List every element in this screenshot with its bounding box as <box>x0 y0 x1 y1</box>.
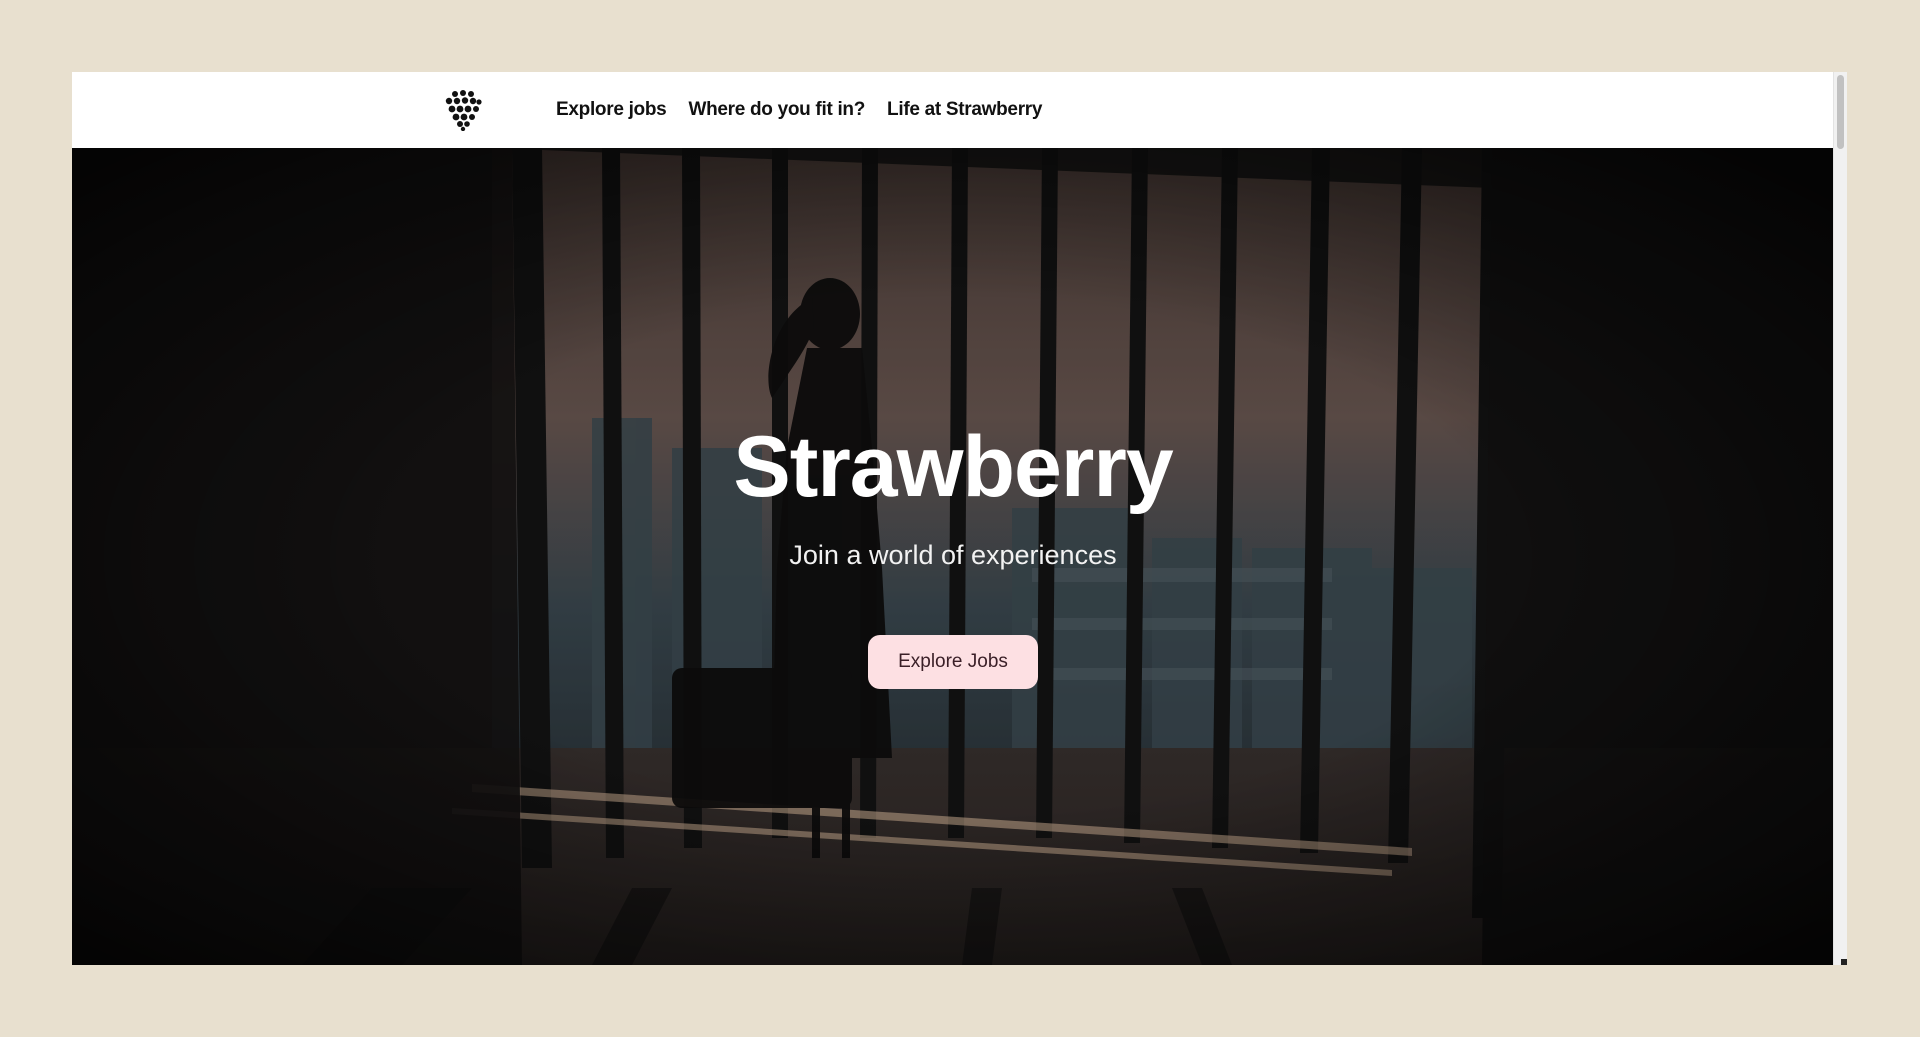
browser-viewport: Explore jobs Where do you fit in? Life a… <box>72 72 1847 965</box>
hero-title: Strawberry <box>733 419 1173 515</box>
hero-subtitle: Join a world of experiences <box>789 540 1117 570</box>
nav-link-where-do-you-fit-in[interactable]: Where do you fit in? <box>688 99 865 121</box>
raspberry-logo-icon[interactable] <box>443 89 483 131</box>
nav-link-explore-jobs[interactable]: Explore jobs <box>556 99 667 121</box>
resize-corner <box>1841 959 1847 965</box>
scrollbar-thumb[interactable] <box>1837 75 1844 149</box>
primary-nav: Explore jobs Where do you fit in? Life a… <box>556 72 1042 148</box>
hero-content: Strawberry Join a world of experiences E… <box>72 148 1834 965</box>
explore-jobs-button[interactable]: Explore Jobs <box>868 635 1038 689</box>
site-header: Explore jobs Where do you fit in? Life a… <box>72 72 1834 148</box>
vertical-scrollbar[interactable] <box>1833 72 1847 965</box>
nav-link-life-at-strawberry[interactable]: Life at Strawberry <box>887 99 1042 121</box>
hero-section: Strawberry Join a world of experiences E… <box>72 148 1834 965</box>
